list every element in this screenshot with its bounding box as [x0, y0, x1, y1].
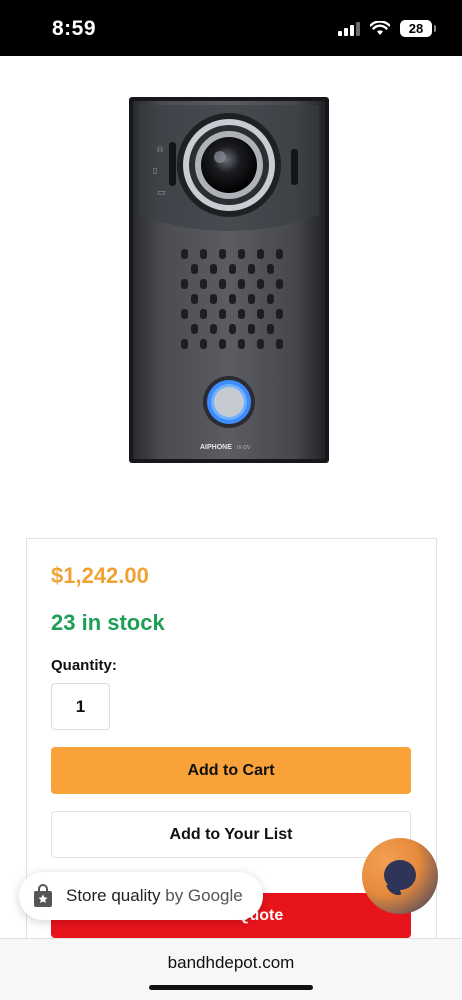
svg-text:⍾: ⍾ — [157, 145, 163, 155]
status-icons: 28 — [338, 20, 436, 37]
browser-url-bar[interactable]: bandhdepot.com — [0, 938, 462, 1000]
badge-by: by Google — [165, 886, 243, 905]
product-image[interactable]: ⍾ ▯ ▭ AIPHONE IX-DV — [129, 97, 329, 463]
url-text[interactable]: bandhdepot.com — [0, 953, 462, 973]
status-bar: 8:59 28 — [0, 0, 462, 56]
battery-icon: 28 — [400, 20, 436, 37]
model-mark: IX-DV — [237, 445, 251, 451]
shopping-bag-star-icon — [34, 884, 52, 907]
chat-button[interactable] — [362, 838, 438, 914]
stock-status: 23 in stock — [51, 610, 165, 635]
quantity-input[interactable]: 1 — [51, 683, 110, 730]
svg-text:▯: ▯ — [153, 166, 157, 175]
quantity-label: Quantity: — [51, 657, 117, 674]
brand-logo: AIPHONE — [200, 444, 232, 451]
svg-text:▭: ▭ — [157, 188, 166, 198]
wifi-icon — [370, 21, 390, 35]
status-time: 8:59 — [52, 17, 97, 40]
add-to-cart-button[interactable]: Add to Cart — [51, 747, 411, 794]
chat-bubble-icon — [384, 860, 416, 890]
badge-label: Store quality — [66, 886, 161, 905]
google-store-quality-badge[interactable]: Store quality by Google — [19, 872, 263, 920]
product-price: $1,242.00 — [51, 563, 149, 588]
home-indicator[interactable] — [149, 985, 313, 990]
add-to-list-button[interactable]: Add to Your List — [51, 811, 411, 858]
badge-text: Store quality by Google — [66, 886, 243, 906]
cellular-signal-icon — [338, 21, 360, 36]
